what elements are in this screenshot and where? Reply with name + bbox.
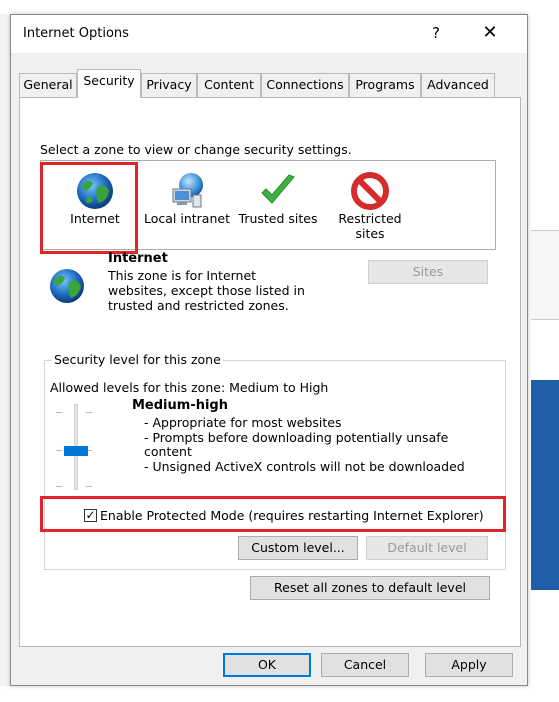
zone-prompt: Select a zone to view or change security… <box>40 142 352 157</box>
ok-button[interactable]: OK <box>223 653 311 677</box>
custom-level-button[interactable]: Custom level... <box>238 536 358 560</box>
background-window <box>528 0 559 702</box>
tab-connections[interactable]: Connections <box>261 73 349 97</box>
tab-strip: General Security Privacy Content Connect… <box>19 69 521 98</box>
network-globe-icon <box>172 173 203 208</box>
internet-options-dialog: Internet Options ? ✕ General Security Pr… <box>10 14 528 686</box>
prohibited-icon <box>351 172 389 210</box>
highlight-protected-mode <box>40 496 506 532</box>
level-bullet: - Prompts before downloading potentially… <box>144 429 449 459</box>
security-level-slider[interactable] <box>56 402 122 492</box>
zone-local-intranet[interactable]: Local intranet <box>141 161 233 249</box>
checkmark-icon <box>261 174 295 204</box>
default-level-button[interactable]: Default level <box>366 536 488 560</box>
highlight-internet-zone <box>40 162 138 254</box>
security-level-title: Medium-high <box>132 398 228 413</box>
zone-trusted-sites[interactable]: Trusted sites <box>235 161 321 249</box>
tab-general[interactable]: General <box>19 73 77 97</box>
zone-restricted-sites[interactable]: Restricted sites <box>329 161 411 249</box>
tab-programs[interactable]: Programs <box>349 73 421 97</box>
selected-zone-description: This zone is for Internet websites, exce… <box>108 268 305 313</box>
tab-content[interactable]: Content <box>197 73 261 97</box>
dialog-title: Internet Options <box>23 26 129 41</box>
allowed-levels-text: Allowed levels for this zone: Medium to … <box>50 380 329 395</box>
tab-security[interactable]: Security <box>77 69 141 98</box>
level-bullet: - Appropriate for most websites <box>144 415 342 430</box>
reset-all-zones-button[interactable]: Reset all zones to default level <box>250 576 490 600</box>
security-level-legend: Security level for this zone <box>52 352 223 367</box>
help-button[interactable]: ? <box>426 21 446 45</box>
zone-label: Trusted sites <box>238 211 318 226</box>
background-window-edge <box>0 14 10 686</box>
tab-advanced[interactable]: Advanced <box>421 73 495 97</box>
apply-button[interactable]: Apply <box>425 653 513 677</box>
close-button[interactable]: ✕ <box>478 21 502 45</box>
zone-label: Local intranet <box>144 211 230 226</box>
cancel-button[interactable]: Cancel <box>321 653 409 677</box>
title-bar: Internet Options ? ✕ <box>11 15 527 53</box>
level-bullet: - Unsigned ActiveX controls will not be … <box>144 458 465 474</box>
selected-zone-name: Internet <box>108 251 168 266</box>
tab-privacy[interactable]: Privacy <box>141 73 197 97</box>
zone-label: Restricted sites <box>338 211 402 241</box>
sites-button[interactable]: Sites <box>368 260 488 284</box>
slider-thumb[interactable] <box>64 446 88 456</box>
globe-icon <box>50 269 84 303</box>
security-tab-panel: Select a zone to view or change security… <box>19 97 521 647</box>
security-level-description: - Appropriate for most websites - Prompt… <box>144 415 484 474</box>
